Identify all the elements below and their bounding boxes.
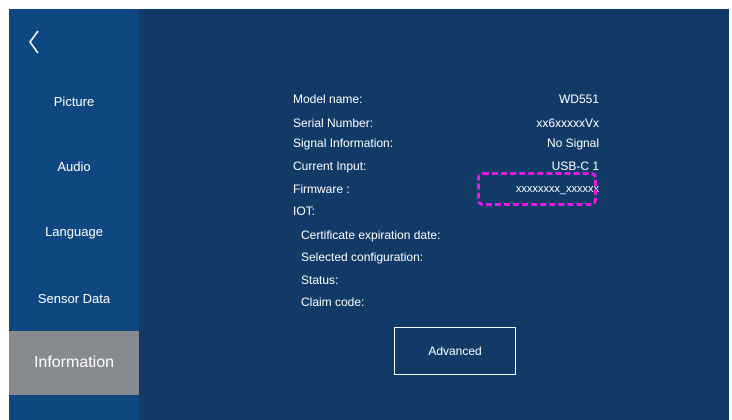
model-name-value: WD551 bbox=[558, 92, 599, 106]
advanced-button[interactable]: Advanced bbox=[394, 327, 516, 375]
selected-configuration-label: Selected configuration: bbox=[301, 250, 424, 264]
status-label: Status: bbox=[301, 273, 339, 287]
certificate-expiration-label: Certificate expiration date: bbox=[301, 228, 441, 242]
serial-number-value: xx6xxxxxVx bbox=[536, 116, 599, 130]
advanced-button-label: Advanced bbox=[428, 344, 482, 358]
information-panel: Model name: WD551 Serial Number: xx6xxxx… bbox=[9, 9, 729, 420]
serial-number-label: Serial Number: bbox=[293, 116, 374, 130]
current-input-value: USB-C 1 bbox=[551, 159, 599, 173]
signal-information-value: No Signal bbox=[546, 136, 599, 150]
iot-label: IOT: bbox=[293, 204, 316, 218]
signal-information-label: Signal Information: bbox=[293, 136, 394, 150]
firmware-label: Firmware : bbox=[293, 182, 350, 196]
settings-screen: Picture Audio Language Sensor Data Infor… bbox=[9, 9, 729, 420]
current-input-label: Current Input: bbox=[293, 159, 367, 173]
firmware-highlight-box bbox=[477, 172, 597, 206]
model-name-label: Model name: bbox=[293, 92, 363, 106]
claim-code-label: Claim code: bbox=[301, 295, 365, 309]
